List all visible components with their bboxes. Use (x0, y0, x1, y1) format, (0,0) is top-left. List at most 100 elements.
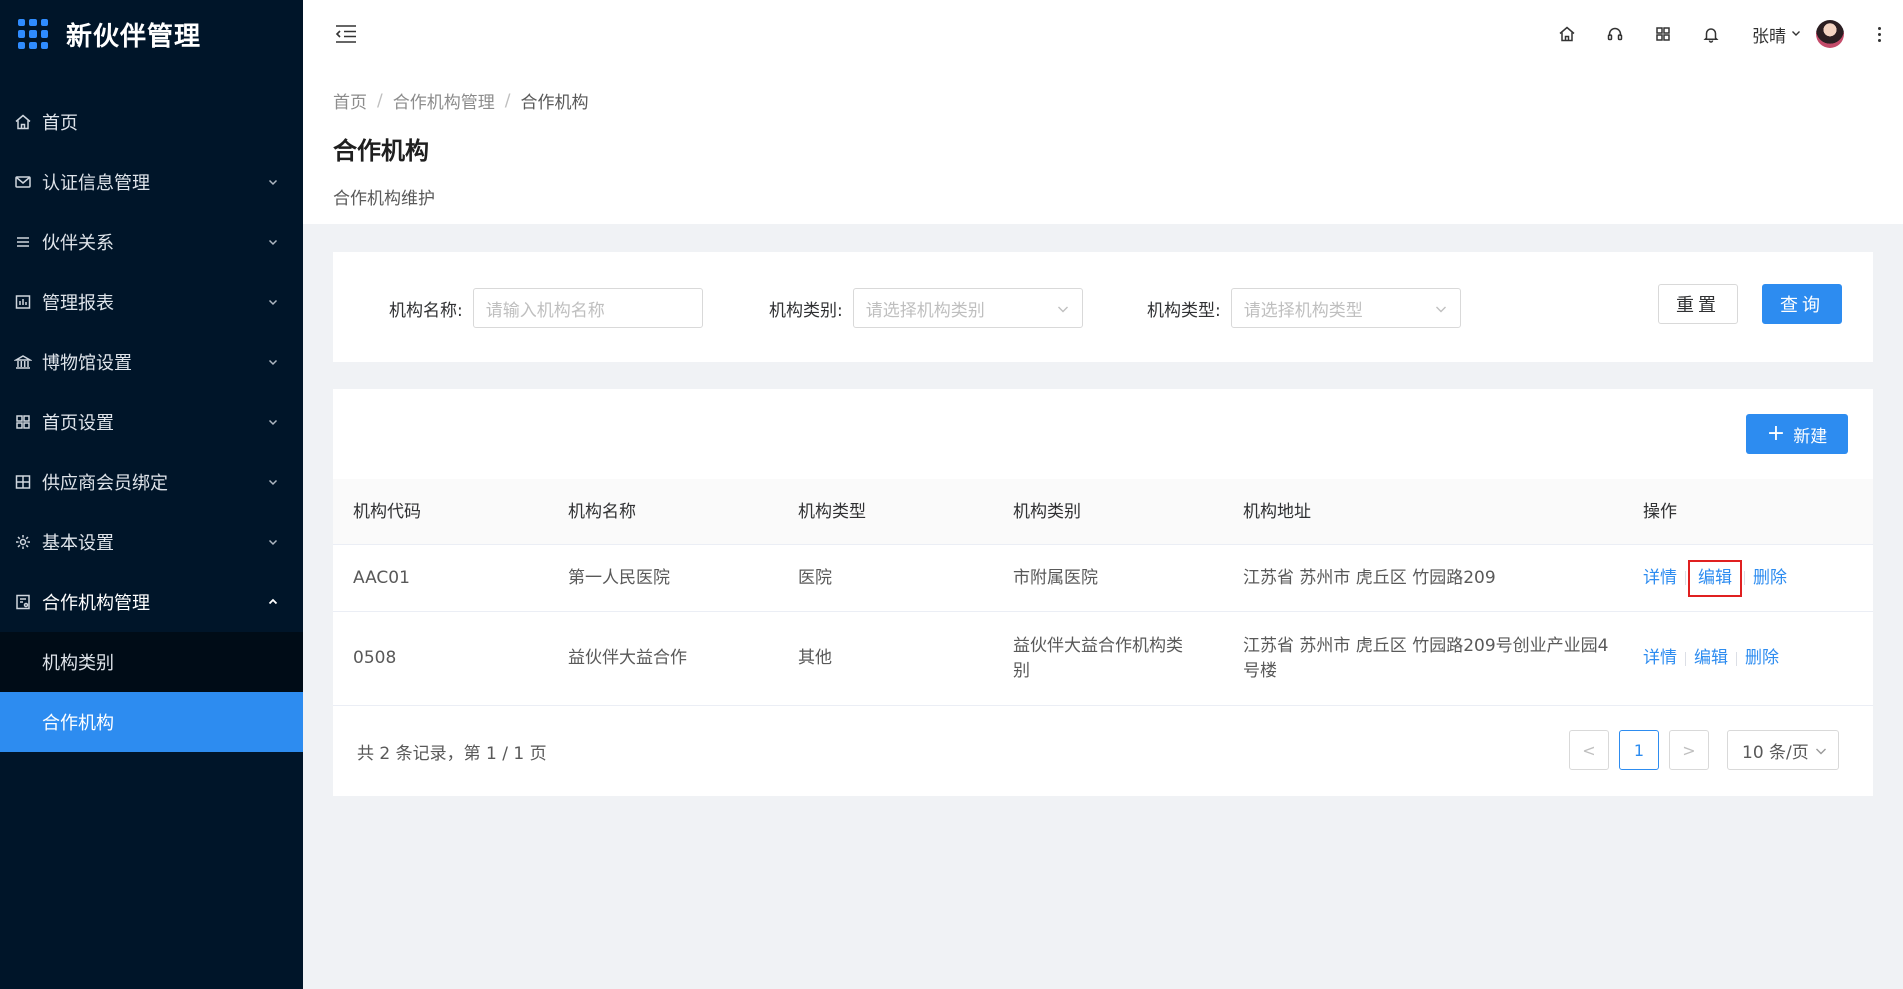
breadcrumb-current: 合作机构 (520, 93, 589, 113)
edit-link[interactable]: 编辑 (1694, 646, 1728, 671)
chevron-down-icon (1056, 301, 1070, 321)
home-icon[interactable] (1556, 23, 1578, 45)
query-button[interactable]: 查询 (1762, 284, 1842, 324)
org-category-select[interactable]: 请选择机构类别 (852, 288, 1083, 328)
org-name-placeholder: 请输入机构名称 (485, 300, 605, 321)
chevron-down-icon (265, 174, 281, 190)
headset-icon[interactable] (1604, 23, 1626, 45)
sidebar-item-home[interactable]: 首页 (0, 92, 303, 152)
org-type-field: 机构类型: 请选择机构类型 (1147, 288, 1461, 328)
chevron-down-icon (1434, 301, 1448, 321)
reset-button[interactable]: 重置 (1658, 284, 1738, 324)
page-size-value: 10 条/页 (1742, 742, 1809, 763)
column-header: 机构类别 (1013, 501, 1081, 522)
edit-link[interactable]: 编辑 (1688, 559, 1742, 597)
sidebar-menu: 首页 认证信息管理 伙伴关系 管理报表 博物馆设置 首页设置 供应商会员绑定 基… (0, 92, 303, 752)
top-header: 张晴 (303, 0, 1903, 68)
org-type-placeholder: 请选择机构类型 (1243, 300, 1363, 321)
row-actions: 详情 编辑 删除 (1643, 545, 1787, 611)
org-name-input[interactable]: 请输入机构名称 (472, 288, 703, 328)
sidebar-item-home-settings[interactable]: 首页设置 (0, 392, 303, 452)
sidebar-item-basic-settings[interactable]: 基本设置 (0, 512, 303, 572)
report-icon (12, 291, 34, 313)
cell-address: 江苏省 苏州市 虎丘区 竹园路209号创业产业园4号楼 (1243, 635, 1609, 681)
chevron-up-icon (265, 594, 281, 610)
sidebar-item-museum[interactable]: 博物馆设置 (0, 332, 303, 392)
apps-icon[interactable] (1652, 23, 1674, 45)
org-name-label: 机构名称: (389, 300, 463, 321)
breadcrumb-parent[interactable]: 合作机构管理 (393, 88, 495, 113)
org-category-placeholder: 请选择机构类别 (865, 300, 985, 321)
detail-link[interactable]: 详情 (1643, 646, 1677, 671)
list-icon (12, 231, 34, 253)
column-header: 机构类型 (798, 501, 866, 522)
bell-icon[interactable] (1700, 23, 1722, 45)
sidebar-item-partners[interactable]: 伙伴关系 (0, 212, 303, 272)
avatar[interactable] (1816, 20, 1844, 48)
sidebar-item-reports[interactable]: 管理报表 (0, 272, 303, 332)
cell-category: 市附属医院 (1013, 567, 1098, 588)
page-number-button[interactable]: 1 (1619, 730, 1659, 770)
cell-name: 益伙伴大益合作 (568, 648, 687, 668)
submenu-org-management: 机构类别 合作机构 (0, 632, 303, 752)
sidebar-item-org-category[interactable]: 机构类别 (0, 632, 303, 692)
brand[interactable]: 新伙伴管理 (0, 0, 303, 68)
cell-name: 第一人民医院 (568, 567, 670, 588)
sidebar-item-org-management[interactable]: 合作机构管理 (0, 572, 303, 632)
new-button[interactable]: + 新建 (1746, 414, 1848, 454)
column-header: 机构地址 (1243, 501, 1311, 522)
sidebar-item-label: 首页 (42, 113, 78, 134)
breadcrumb-home[interactable]: 首页 (333, 88, 367, 113)
sidebar-item-auth-info[interactable]: 认证信息管理 (0, 152, 303, 212)
cell-category: 益伙伴大益合作机构类别 (1013, 635, 1183, 681)
table-header: 机构代码 机构名称 机构类型 机构类别 机构地址 操作 (333, 479, 1873, 545)
action-divider (1685, 571, 1686, 585)
row-actions: 详情 编辑 删除 (1643, 612, 1779, 705)
museum-icon (12, 351, 34, 373)
action-divider (1685, 651, 1686, 666)
sidebar-item-label: 认证信息管理 (42, 173, 150, 194)
column-header: 机构名称 (568, 501, 636, 522)
table-row: AAC01 第一人民医院 医院 市附属医院 江苏省 苏州市 虎丘区 竹园路209… (333, 545, 1873, 612)
chevron-down-icon (1814, 743, 1828, 763)
page-size-select[interactable]: 10 条/页 (1727, 730, 1839, 770)
sidebar-item-supplier-binding[interactable]: 供应商会员绑定 (0, 452, 303, 512)
breadcrumb-separator: / (504, 90, 511, 111)
delete-link[interactable]: 删除 (1745, 646, 1779, 671)
sidebar-item-label: 基本设置 (42, 533, 114, 554)
detail-link[interactable]: 详情 (1643, 566, 1677, 591)
org-type-select[interactable]: 请选择机构类型 (1230, 288, 1461, 328)
chevron-down-icon (265, 414, 281, 430)
sidebar-item-label: 博物馆设置 (42, 353, 132, 374)
org-category-field: 机构类别: 请选择机构类别 (769, 288, 1083, 328)
cell-type: 其他 (798, 648, 832, 668)
more-vertical-icon[interactable] (1878, 26, 1881, 42)
prev-page-button[interactable]: < (1569, 730, 1609, 770)
org-type-label: 机构类型: (1147, 300, 1221, 321)
pagination: < 1 > 10 条/页 (1559, 730, 1839, 770)
user-menu[interactable]: 张晴 (1752, 20, 1844, 48)
chevron-down-icon (265, 234, 281, 250)
table-card: + 新建 机构代码 机构名称 机构类型 机构类别 机构地址 操作 AAC01 第… (333, 389, 1873, 796)
gear-icon (12, 531, 34, 553)
chevron-down-icon (1790, 24, 1802, 44)
chevron-down-icon (265, 474, 281, 490)
header-actions: 张晴 (1530, 20, 1903, 48)
column-header: 机构代码 (353, 501, 421, 522)
sidebar: 新伙伴管理 首页 认证信息管理 伙伴关系 管理报表 博物馆设置 首页设置 供应商… (0, 0, 303, 989)
chevron-down-icon (265, 354, 281, 370)
page-title: 合作机构 (333, 137, 429, 165)
table-row: 0508 益伙伴大益合作 其他 益伙伴大益合作机构类别 江苏省 苏州市 虎丘区 … (333, 612, 1873, 706)
delete-link[interactable]: 删除 (1753, 566, 1787, 591)
page-description: 合作机构维护 (333, 189, 435, 209)
cell-address: 江苏省 苏州市 虎丘区 竹园路209 (1243, 567, 1496, 588)
search-form: 机构名称: 请输入机构名称 机构类别: 请选择机构类别 机构类型: 请选择机构类… (333, 252, 1873, 362)
collapse-menu-icon[interactable] (333, 21, 359, 47)
next-page-button[interactable]: > (1669, 730, 1709, 770)
cell-code: 0508 (353, 648, 397, 668)
sidebar-item-partner-org[interactable]: 合作机构 (0, 692, 303, 752)
breadcrumb: 首页 / 合作机构管理 / 合作机构 (333, 88, 1873, 114)
chevron-down-icon (265, 294, 281, 310)
bind-icon (12, 471, 34, 493)
sidebar-item-label: 合作机构管理 (42, 593, 150, 614)
